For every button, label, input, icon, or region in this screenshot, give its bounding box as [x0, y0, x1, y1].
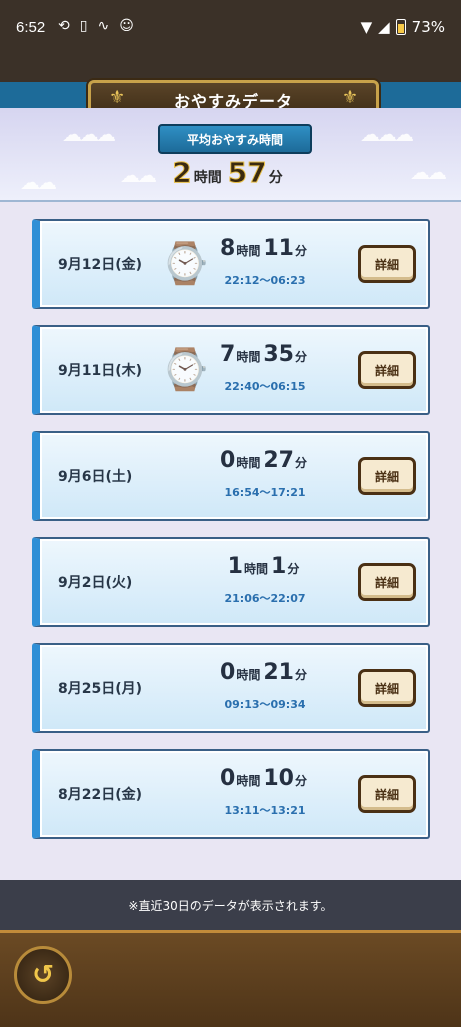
hours-unit: 時間 — [236, 774, 261, 788]
cloud-icon: ☁☁☁ — [360, 122, 414, 146]
sleep-record-card[interactable]: 8月22日(金) 0時間 10分 13:11～13:21 詳細 — [32, 749, 430, 839]
sleep-record-card[interactable]: 9月2日(火) 1時間 1分 21:06～22:07 詳細 — [32, 537, 430, 627]
hours-unit: 時間 — [236, 244, 261, 258]
status-time: 6:52 — [16, 19, 46, 36]
record-minutes: 21 — [263, 660, 294, 685]
record-hours: 0 — [220, 766, 236, 791]
status-bar: 6:52 ⟲ ▯ ∿ ☺ ▼ ◢ 73% — [0, 0, 461, 56]
watch-icon: ⌚ — [160, 347, 210, 393]
record-minutes: 27 — [263, 448, 294, 473]
record-hours: 0 — [220, 660, 236, 685]
signal-icon: ∿ — [97, 18, 110, 34]
record-duration: 8時間 11分 — [190, 236, 340, 261]
minutes-unit: 分 — [294, 244, 307, 258]
record-minutes: 10 — [263, 766, 294, 791]
back-arrow-icon: ↺ — [32, 960, 54, 990]
sleep-record-card[interactable]: 8月25日(月) 0時間 21分 09:13～09:34 詳細 — [32, 643, 430, 733]
footer-note: ※直近30日のデータが表示されます。 — [0, 880, 461, 930]
record-time-range: 22:12～06:23 — [224, 274, 306, 287]
hours-unit: 時間 — [243, 562, 268, 576]
detail-button[interactable]: 詳細 — [358, 775, 416, 813]
sync-icon: ⟲ — [58, 18, 70, 34]
notification-icons: ⟲ ▯ ∿ ☺ — [58, 18, 134, 34]
back-button[interactable]: ↺ — [14, 946, 72, 1004]
detail-button[interactable]: 詳細 — [358, 351, 416, 389]
average-minutes: 57 — [227, 156, 267, 190]
record-date: 9月11日(木) — [58, 363, 143, 379]
wifi-icon: ▼ — [360, 18, 373, 36]
minutes-unit: 分 — [287, 562, 300, 576]
detail-button[interactable]: 詳細 — [358, 245, 416, 283]
status-right: ▼ ◢ 73% — [361, 18, 445, 36]
detail-button[interactable]: 詳細 — [358, 669, 416, 707]
record-duration: 0時間 27分 — [190, 448, 340, 473]
record-time-range: 21:06～22:07 — [224, 592, 306, 605]
minutes-unit: 分 — [294, 456, 307, 470]
sleep-record-list: 9月12日(金) ⌚ 8時間 11分 22:12～06:23 詳細 9月11日(木) ⌚ 7時間… — [32, 219, 430, 855]
average-sleep-label: 平均おやすみ時間 — [158, 124, 312, 154]
watch-icon: ⌚ — [160, 241, 210, 287]
hours-unit: 時間 — [193, 170, 222, 186]
hours-unit: 時間 — [236, 456, 261, 470]
sleep-record-card[interactable]: 9月6日(土) 0時間 27分 16:54～17:21 詳細 — [32, 431, 430, 521]
record-date: 8月25日(月) — [58, 681, 143, 697]
minutes-unit: 分 — [268, 170, 283, 186]
minutes-unit: 分 — [294, 774, 307, 788]
record-time-range: 16:54～17:21 — [224, 486, 306, 499]
record-time-range: 13:11～13:21 — [224, 804, 306, 817]
fleur-ornament-icon: ⚜ — [341, 87, 358, 108]
cloud-icon: ☁☁☁ — [62, 122, 116, 146]
record-minutes: 1 — [271, 554, 287, 579]
record-hours: 1 — [227, 554, 243, 579]
record-date: 8月22日(金) — [58, 787, 143, 803]
record-date: 9月12日(金) — [58, 257, 143, 273]
record-minutes: 11 — [263, 236, 294, 261]
hours-unit: 時間 — [236, 350, 261, 364]
minutes-unit: 分 — [294, 668, 307, 682]
app-icon: ☺ — [119, 18, 134, 34]
record-hours: 0 — [220, 448, 236, 473]
record-duration: 1時間 1分 — [190, 554, 340, 579]
record-duration: 0時間 10分 — [190, 766, 340, 791]
detail-button[interactable]: 詳細 — [358, 563, 416, 601]
record-duration: 7時間 35分 — [190, 342, 340, 367]
average-hours: 2 — [172, 156, 193, 190]
hours-unit: 時間 — [236, 668, 261, 682]
cell-icon: ◢ — [378, 18, 390, 36]
data-range-note: ※直近30日のデータが表示されます。 — [128, 898, 333, 913]
phone-icon: ▯ — [79, 18, 88, 34]
record-time-range: 22:40～06:15 — [224, 380, 306, 393]
record-hours: 7 — [220, 342, 236, 367]
battery-icon — [395, 19, 406, 35]
average-sleep-value: 2 時間 57 分 — [0, 156, 461, 190]
record-minutes: 35 — [263, 342, 294, 367]
sleep-record-card[interactable]: 9月12日(金) ⌚ 8時間 11分 22:12～06:23 詳細 — [32, 219, 430, 309]
record-duration: 0時間 21分 — [190, 660, 340, 685]
record-hours: 8 — [220, 236, 236, 261]
record-date: 9月2日(火) — [58, 575, 133, 591]
detail-button[interactable]: 詳細 — [358, 457, 416, 495]
fleur-ornament-icon: ⚜ — [109, 87, 126, 108]
battery-percent: 73% — [411, 18, 445, 36]
record-time-range: 09:13～09:34 — [224, 698, 306, 711]
sleep-record-card[interactable]: 9月11日(木) ⌚ 7時間 35分 22:40～06:15 詳細 — [32, 325, 430, 415]
record-date: 9月6日(土) — [58, 469, 133, 485]
minutes-unit: 分 — [294, 350, 307, 364]
